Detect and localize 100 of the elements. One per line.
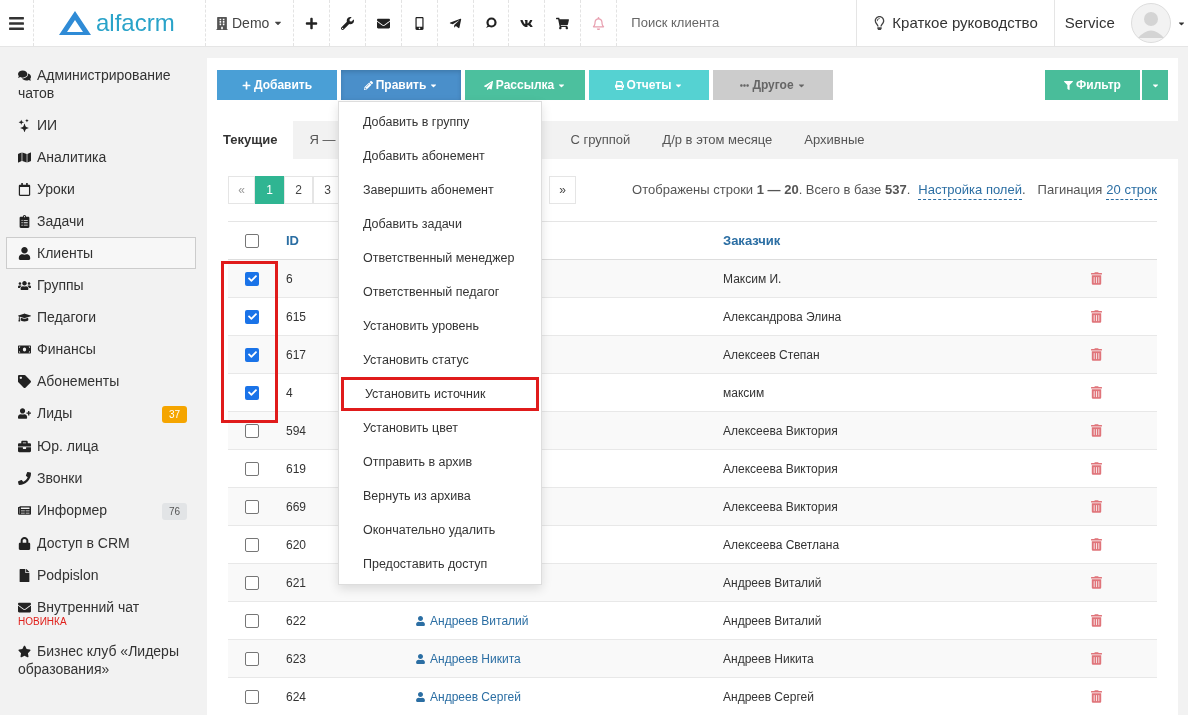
paper-plane-icon[interactable] xyxy=(449,16,463,30)
banknote-icon xyxy=(18,343,31,356)
checkbox[interactable] xyxy=(245,461,259,476)
tab[interactable]: С группой xyxy=(554,121,647,159)
sidebar-item[interactable]: ИИ xyxy=(6,109,196,141)
logo-icon xyxy=(58,10,92,36)
checkbox[interactable] xyxy=(245,423,259,438)
trash-icon[interactable] xyxy=(1091,348,1102,361)
checkbox[interactable] xyxy=(245,613,259,628)
cart-icon[interactable] xyxy=(556,16,570,30)
client-link[interactable]: Андреев Сергей xyxy=(416,687,521,706)
sidebar-item[interactable]: Группы xyxy=(6,269,196,301)
page-link[interactable]: » xyxy=(549,176,576,204)
trash-icon[interactable] xyxy=(1091,386,1102,399)
menu-item[interactable]: Установить цвет xyxy=(339,411,541,445)
client-link[interactable]: Андреев Никита xyxy=(416,649,521,668)
tab[interactable]: Д/р в этом месяце xyxy=(646,121,789,159)
checkbox[interactable] xyxy=(245,385,259,400)
client-link[interactable]: Андреев Виталий xyxy=(416,611,529,630)
checkbox[interactable] xyxy=(245,537,259,552)
table-cell-text: 623 xyxy=(285,650,308,668)
sidebar-item[interactable]: Финансы xyxy=(6,333,196,365)
sidebar-item[interactable]: Абонементы xyxy=(6,365,196,397)
filter-icon xyxy=(1064,80,1074,90)
menu-item[interactable]: Добавить задачи xyxy=(339,207,541,241)
table-cell-text: Алексеева Виктория xyxy=(723,422,839,440)
menu-item[interactable]: Добавить в группу xyxy=(339,105,541,139)
table-cell-text: 594 xyxy=(285,422,308,440)
menu-item[interactable]: Вернуть из архива xyxy=(339,479,541,513)
phone-icon[interactable] xyxy=(413,16,427,30)
column-header[interactable]: Заказчик xyxy=(723,230,781,251)
user-icon xyxy=(416,691,425,702)
sidebar-item[interactable]: Задачи xyxy=(6,205,196,237)
trash-icon[interactable] xyxy=(1091,310,1102,323)
table-cell-text: Александрова Элина xyxy=(723,308,843,326)
clipboard-icon xyxy=(18,215,31,228)
sidebar-item[interactable]: Доступ в CRM xyxy=(6,527,196,559)
sidebar-item[interactable]: Информер 76 xyxy=(6,494,196,527)
menu-item[interactable]: Отправить в архив xyxy=(339,445,541,479)
sidebar-item[interactable]: Бизнес клуб «Лидеры образования» xyxy=(6,635,196,685)
menu-item[interactable]: Установить источник xyxy=(341,377,539,411)
checkbox[interactable] xyxy=(245,499,259,514)
checkbox[interactable] xyxy=(245,309,259,324)
menu-item[interactable]: Ответственный менеджер xyxy=(339,241,541,275)
checkbox[interactable] xyxy=(245,575,259,590)
user-icon xyxy=(18,247,31,260)
chat-bubble-icon[interactable] xyxy=(485,17,498,29)
company-selector[interactable]: Demo xyxy=(232,12,270,34)
sidebar-item[interactable]: Уроки xyxy=(6,173,196,205)
page-link[interactable]: 2 xyxy=(284,176,313,204)
sidebar-item[interactable]: Педагоги xyxy=(6,301,196,333)
trash-icon[interactable] xyxy=(1091,690,1102,703)
checkbox[interactable] xyxy=(245,233,259,248)
page-size-link[interactable]: 20 строк xyxy=(1106,179,1157,201)
trash-icon[interactable] xyxy=(1091,462,1102,475)
table-cell-text: 617 xyxy=(285,346,308,364)
sidebar-item[interactable]: Юр. лица xyxy=(6,430,196,462)
sidebar-item[interactable]: Клиенты xyxy=(6,237,196,269)
envelope-icon[interactable] xyxy=(377,16,391,30)
lock-icon xyxy=(18,537,31,550)
sidebar-item[interactable]: Лиды 37 xyxy=(6,397,196,430)
tab[interactable]: Текущие xyxy=(207,121,294,159)
count-badge: 37 xyxy=(161,406,187,423)
trash-icon[interactable] xyxy=(1091,538,1102,551)
menu-item[interactable]: Окончательно удалить xyxy=(339,513,541,547)
menu-item[interactable]: Завершить абонемент xyxy=(339,173,541,207)
printer-icon xyxy=(614,80,624,90)
sidebar-item[interactable]: Администрирование чатов xyxy=(6,59,196,109)
sidebar-item[interactable]: Внутренний чат НОВИНКА xyxy=(6,591,196,635)
user-name[interactable]: Service xyxy=(1064,11,1115,35)
sidebar-item[interactable]: Звонки xyxy=(6,462,196,494)
menu-item[interactable]: Установить статус xyxy=(339,343,541,377)
search-field[interactable]: Поиск клиента xyxy=(631,13,857,33)
guide-link[interactable]: Краткое руководство xyxy=(892,11,1038,35)
graduation-cap-icon xyxy=(18,311,31,324)
trash-icon[interactable] xyxy=(1091,614,1102,627)
sidebar-item[interactable]: Podpislon xyxy=(6,559,196,591)
plus-icon[interactable] xyxy=(305,16,319,30)
trash-icon[interactable] xyxy=(1091,576,1102,589)
menu-icon[interactable] xyxy=(8,14,25,32)
trash-icon[interactable] xyxy=(1091,272,1102,285)
menu-item[interactable]: Ответственный педагог xyxy=(339,275,541,309)
menu-item[interactable]: Добавить абонемент xyxy=(339,139,541,173)
field-settings-link[interactable]: Настройка полей xyxy=(918,179,1022,201)
calendar-icon xyxy=(18,183,31,196)
menu-item[interactable]: Предоставить доступ xyxy=(339,547,541,581)
checkbox[interactable] xyxy=(245,689,259,704)
briefcase-icon xyxy=(18,440,31,453)
wrench-icon[interactable] xyxy=(341,16,355,30)
menu-item[interactable]: Установить уровень xyxy=(339,309,541,343)
checkbox[interactable] xyxy=(245,347,259,362)
trash-icon[interactable] xyxy=(1091,500,1102,513)
tab[interactable]: Архивные xyxy=(788,121,881,159)
checkbox[interactable] xyxy=(245,271,259,286)
trash-icon[interactable] xyxy=(1091,424,1102,437)
checkbox[interactable] xyxy=(245,651,259,666)
sidebar-item[interactable]: Аналитика xyxy=(6,141,196,173)
chat-bubbles-icon xyxy=(18,69,31,82)
table-cell-text: Алексеев Степан xyxy=(723,346,821,364)
trash-icon[interactable] xyxy=(1091,652,1102,665)
